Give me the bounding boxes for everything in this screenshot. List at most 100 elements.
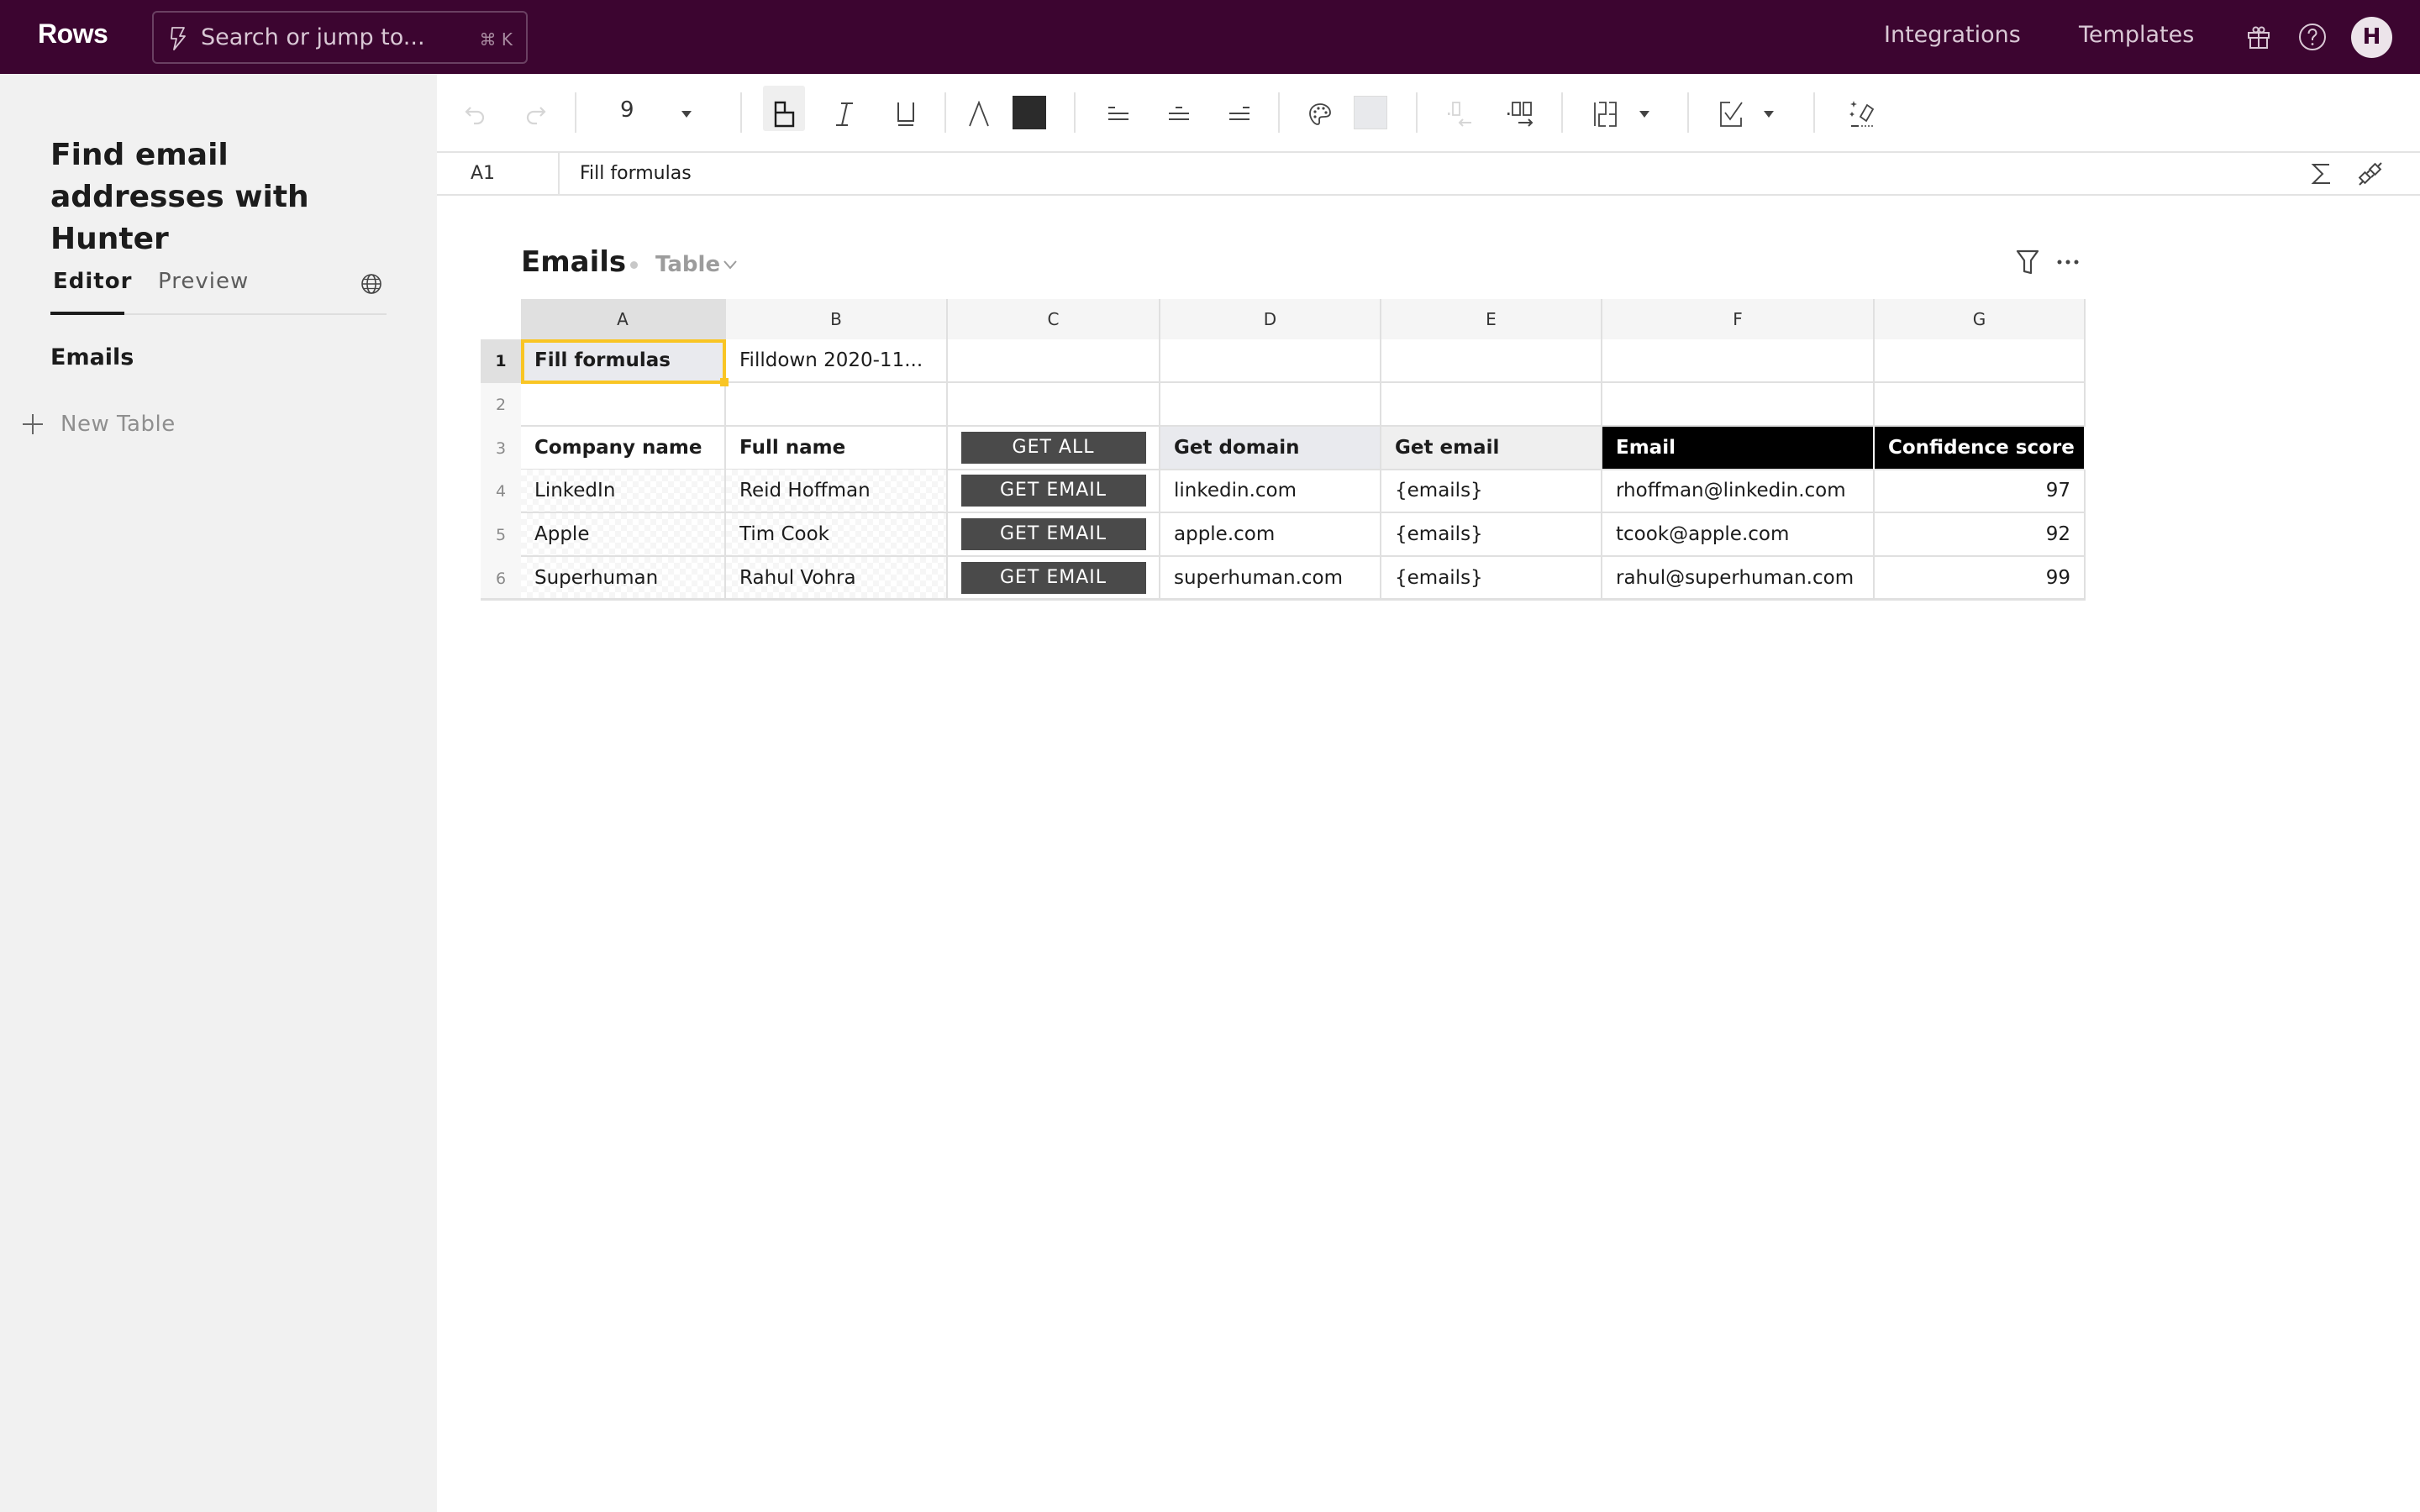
cell-d3[interactable]: Get domain	[1160, 427, 1381, 470]
sigma-icon[interactable]	[2309, 161, 2334, 186]
cell-g3[interactable]: Confidence score	[1875, 427, 2086, 470]
align-left-button[interactable]	[1105, 99, 1132, 129]
get-all-button[interactable]: GET ALL	[960, 432, 1146, 464]
decrease-decimals-button[interactable]	[1446, 99, 1475, 129]
chevron-down-icon[interactable]	[723, 259, 738, 270]
cell-f4[interactable]: rhoffman@linkedin.com	[1602, 470, 1875, 513]
cell-d2[interactable]	[1160, 383, 1381, 427]
cell-f3[interactable]: Email	[1602, 427, 1875, 470]
text-color-button[interactable]	[965, 99, 992, 129]
align-right-button[interactable]	[1226, 99, 1253, 129]
get-email-button[interactable]: GET EMAIL	[960, 518, 1146, 550]
cell-a5[interactable]: Apple	[521, 513, 726, 557]
plug-icon[interactable]	[2358, 161, 2383, 186]
cell-e6[interactable]: {emails}	[1381, 557, 1602, 601]
cell-e5[interactable]: {emails}	[1381, 513, 1602, 557]
cell-g4[interactable]: 97	[1875, 470, 2086, 513]
font-size-dropdown[interactable]	[676, 99, 697, 129]
row-header-6[interactable]: 6	[481, 557, 521, 601]
fill-color-swatch[interactable]	[1354, 96, 1387, 129]
cell-g5[interactable]: 92	[1875, 513, 2086, 557]
help-icon[interactable]	[2297, 22, 2328, 52]
cell-c1[interactable]	[948, 339, 1160, 383]
table-title[interactable]: Emails	[521, 245, 626, 279]
cell-a1[interactable]: Fill formulas	[521, 339, 726, 383]
cell-b5[interactable]: Tim Cook	[726, 513, 948, 557]
column-header-g[interactable]: G	[1875, 299, 2086, 339]
row-header-4[interactable]: 4	[481, 470, 521, 513]
cell-f1[interactable]	[1602, 339, 1875, 383]
cell-c6[interactable]: GET EMAIL	[948, 557, 1160, 601]
cell-b6[interactable]: Rahul Vohra	[726, 557, 948, 601]
redo-button[interactable]	[522, 99, 549, 129]
cell-d1[interactable]	[1160, 339, 1381, 383]
cell-c4[interactable]: GET EMAIL	[948, 470, 1160, 513]
document-title[interactable]: Find email addresses with Hunter	[50, 134, 403, 260]
align-center-button[interactable]	[1165, 99, 1192, 129]
nav-templates[interactable]: Templates	[2079, 22, 2194, 48]
row-header-5[interactable]: 5	[481, 513, 521, 557]
cell-f6[interactable]: rahul@superhuman.com	[1602, 557, 1875, 601]
cell-b1[interactable]: Filldown 2020-11...	[726, 339, 948, 383]
bold-button[interactable]	[771, 99, 797, 129]
row-header-2[interactable]: 2	[481, 383, 521, 427]
row-header-1[interactable]: 1	[481, 339, 521, 383]
filter-icon[interactable]	[2015, 249, 2040, 276]
column-header-b[interactable]: B	[726, 299, 948, 339]
column-header-f[interactable]: F	[1602, 299, 1875, 339]
font-size-value[interactable]: 9	[620, 97, 634, 123]
column-header-e[interactable]: E	[1381, 299, 1602, 339]
tab-editor[interactable]: Editor	[53, 269, 132, 294]
column-header-c[interactable]: C	[948, 299, 1160, 339]
app-logo[interactable]: Rows	[38, 18, 108, 50]
number-format-dropdown[interactable]	[1634, 99, 1655, 129]
nav-integrations[interactable]: Integrations	[1884, 22, 2021, 48]
cell-d4[interactable]: linkedin.com	[1160, 470, 1381, 513]
cell-a4[interactable]: LinkedIn	[521, 470, 726, 513]
number-format-button[interactable]	[1591, 99, 1618, 129]
checkbox-button[interactable]	[1718, 99, 1744, 129]
undo-button[interactable]	[462, 99, 489, 129]
underline-button[interactable]	[892, 99, 919, 129]
cell-b3[interactable]: Full name	[726, 427, 948, 470]
cell-a2[interactable]	[521, 383, 726, 427]
globe-icon[interactable]	[360, 273, 382, 295]
cell-reference[interactable]: A1	[471, 163, 495, 184]
column-header-d[interactable]: D	[1160, 299, 1381, 339]
checkbox-dropdown[interactable]	[1758, 99, 1780, 129]
cell-g6[interactable]: 99	[1875, 557, 2086, 601]
cell-b2[interactable]	[726, 383, 948, 427]
cell-a3[interactable]: Company name	[521, 427, 726, 470]
cell-g1[interactable]	[1875, 339, 2086, 383]
cell-d5[interactable]: apple.com	[1160, 513, 1381, 557]
cell-a6[interactable]: Superhuman	[521, 557, 726, 601]
cell-f5[interactable]: tcook@apple.com	[1602, 513, 1875, 557]
cell-e1[interactable]	[1381, 339, 1602, 383]
cell-c2[interactable]	[948, 383, 1160, 427]
more-options-icon[interactable]	[2055, 252, 2081, 272]
user-avatar[interactable]: H	[2351, 17, 2392, 58]
cell-g2[interactable]	[1875, 383, 2086, 427]
table-type-label[interactable]: Table	[655, 252, 720, 277]
cell-f2[interactable]	[1602, 383, 1875, 427]
row-header-3[interactable]: 3	[481, 427, 521, 470]
fill-handle[interactable]	[720, 378, 729, 386]
cell-d6[interactable]: superhuman.com	[1160, 557, 1381, 601]
tab-preview[interactable]: Preview	[158, 269, 249, 294]
get-email-button[interactable]: GET EMAIL	[960, 475, 1146, 507]
cell-c5[interactable]: GET EMAIL	[948, 513, 1160, 557]
cell-b4[interactable]: Reid Hoffman	[726, 470, 948, 513]
formula-input[interactable]: Fill formulas	[580, 163, 692, 184]
column-header-a[interactable]: A	[521, 299, 726, 339]
increase-decimals-button[interactable]	[1507, 99, 1537, 129]
cell-e2[interactable]	[1381, 383, 1602, 427]
search-input[interactable]: Search or jump to... ⌘ K	[152, 11, 528, 64]
cell-e4[interactable]: {emails}	[1381, 470, 1602, 513]
fill-color-button[interactable]	[1307, 99, 1334, 129]
gift-icon[interactable]	[2244, 22, 2274, 52]
sidebar-item-emails[interactable]: Emails	[50, 344, 134, 370]
cell-c3[interactable]: GET ALL	[948, 427, 1160, 470]
get-email-button[interactable]: GET EMAIL	[960, 562, 1146, 594]
text-color-swatch[interactable]	[1013, 96, 1046, 129]
clear-format-button[interactable]	[1849, 99, 1876, 129]
